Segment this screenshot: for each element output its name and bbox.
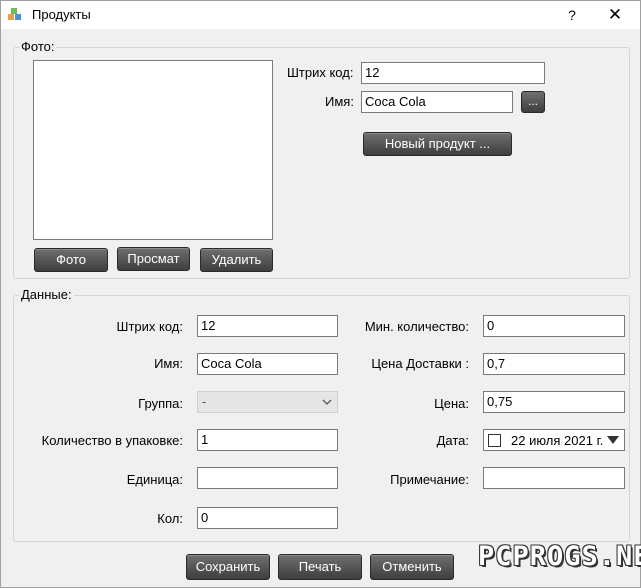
help-button[interactable]: ?	[557, 3, 587, 27]
delete-photo-button[interactable]: Удалить	[200, 248, 273, 272]
chevron-down-icon	[322, 399, 332, 405]
title-bar: Продукты ? ✕	[1, 1, 640, 29]
group-select[interactable]: -	[197, 391, 338, 413]
products-dialog: Продукты ? ✕ Фото: Фото Просмат Удалить …	[0, 0, 641, 588]
qty-label: Кол:	[157, 511, 183, 526]
note-label: Примечание:	[390, 472, 469, 487]
group-label: Группа:	[138, 396, 183, 411]
close-button[interactable]: ✕	[597, 3, 633, 27]
name-label: Имя:	[154, 356, 183, 371]
date-enable-checkbox[interactable]	[488, 434, 501, 447]
photo-preview	[33, 60, 273, 240]
window-title: Продукты	[32, 7, 91, 22]
view-photo-button[interactable]: Просмат	[117, 247, 190, 271]
name-input[interactable]: Coca Cola	[197, 353, 338, 375]
delivery-price-label: Цена Доставки :	[371, 356, 469, 371]
top-name-input[interactable]: Coca Cola	[361, 91, 513, 113]
date-picker[interactable]: 22 июля 2021 г.	[483, 429, 625, 451]
delivery-price-input[interactable]: 0,7	[483, 353, 625, 375]
photo-button[interactable]: Фото	[34, 248, 108, 272]
price-label: Цена:	[434, 396, 469, 411]
data-group-title: Данные:	[19, 287, 74, 302]
save-button[interactable]: Сохранить	[186, 554, 270, 580]
photo-group-title: Фото:	[19, 39, 57, 54]
date-label: Дата:	[436, 433, 469, 448]
top-barcode-input[interactable]: 12	[361, 62, 545, 84]
print-button[interactable]: Печать	[278, 554, 362, 580]
top-name-label: Имя:	[325, 94, 354, 109]
group-select-value: -	[202, 394, 207, 409]
cancel-button[interactable]: Отменить	[370, 554, 454, 580]
barcode-input[interactable]: 12	[197, 315, 338, 337]
min-qty-label: Мин. количество:	[364, 319, 469, 334]
pack-qty-label: Количество в упаковке:	[41, 433, 183, 448]
price-input[interactable]: 0,75	[483, 391, 625, 413]
app-boxes-icon	[8, 8, 21, 20]
watermark: PCPROGS.NET	[478, 541, 641, 572]
unit-input[interactable]	[197, 467, 338, 489]
dropdown-arrow-icon[interactable]	[607, 436, 619, 444]
date-value: 22 июля 2021 г.	[511, 433, 604, 448]
top-barcode-label: Штрих код:	[287, 65, 354, 80]
min-qty-input[interactable]: 0	[483, 315, 625, 337]
unit-label: Единица:	[126, 472, 183, 487]
browse-button[interactable]: ...	[521, 91, 545, 113]
pack-qty-input[interactable]: 1	[197, 429, 338, 451]
note-input[interactable]	[483, 467, 625, 489]
qty-input[interactable]: 0	[197, 507, 338, 529]
barcode-label: Штрих код:	[116, 319, 183, 334]
new-product-button[interactable]: Новый продукт ...	[363, 132, 512, 156]
